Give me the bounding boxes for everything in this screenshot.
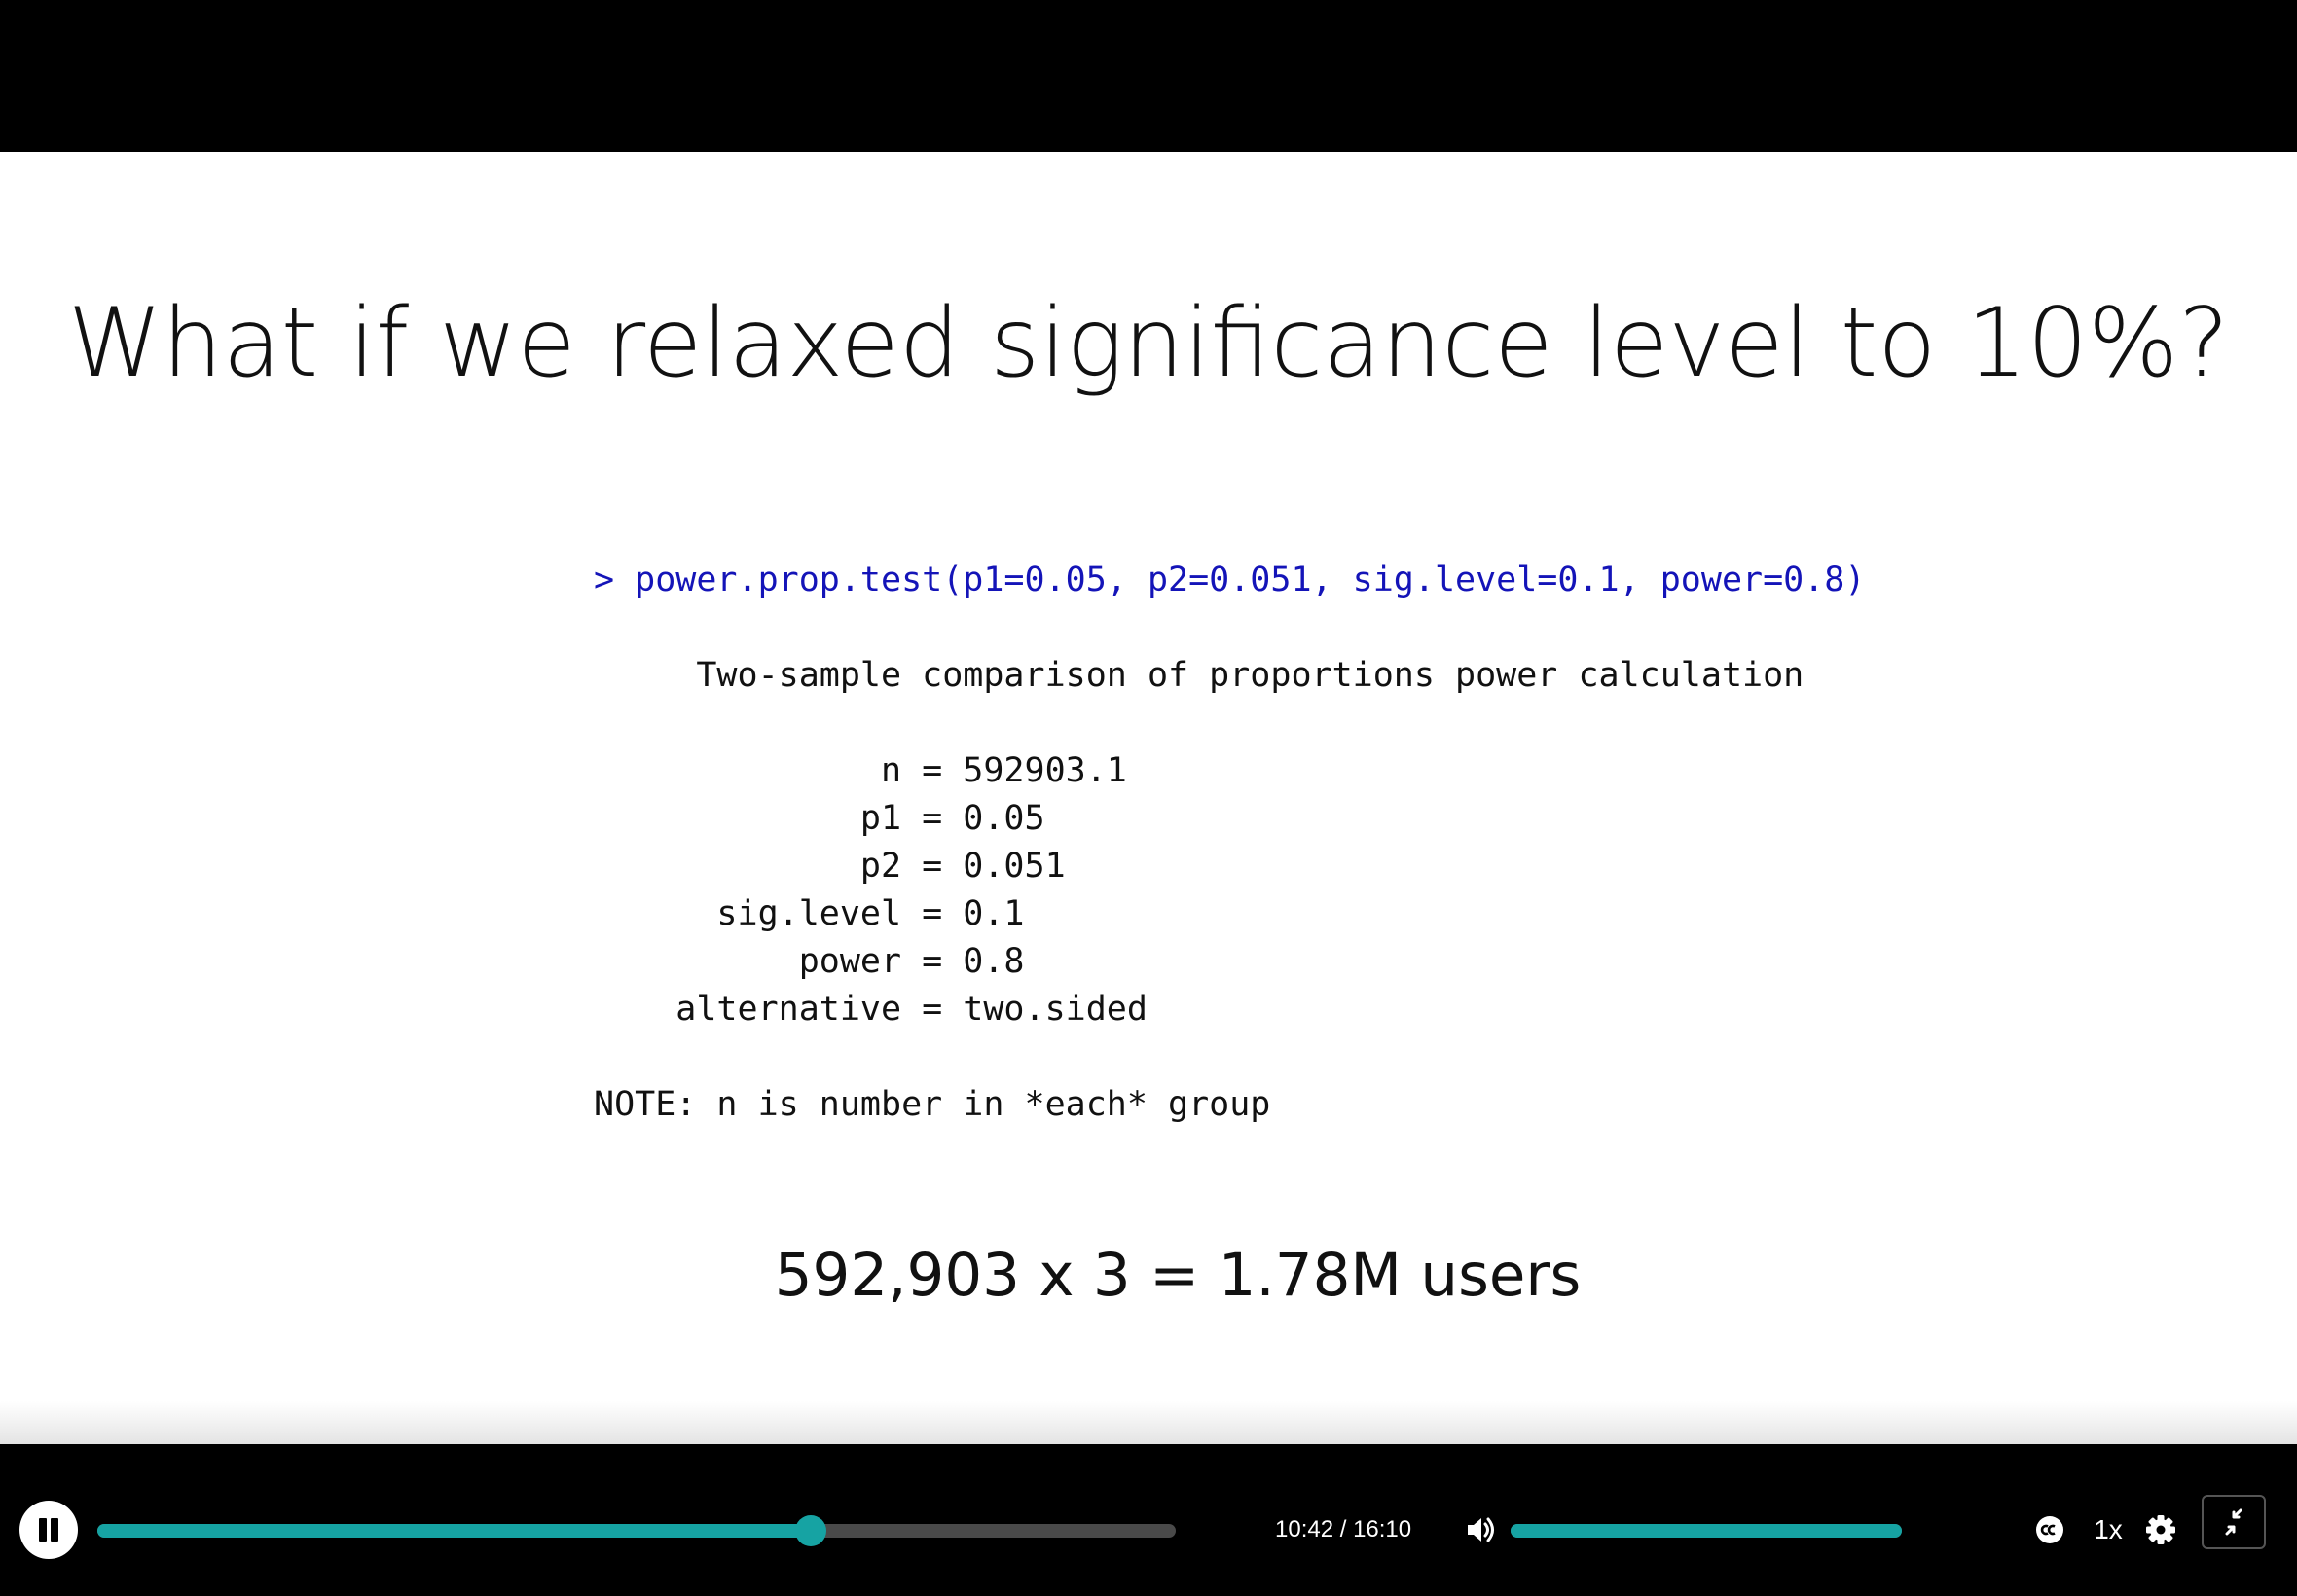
code-result-line: alternative = two.sided xyxy=(594,990,1148,1029)
playback-speed-button[interactable]: 1x xyxy=(2087,1510,2130,1549)
code-result-line: power = 0.8 xyxy=(594,942,1025,981)
exit-fullscreen-button[interactable] xyxy=(2202,1495,2266,1549)
settings-button[interactable] xyxy=(2141,1510,2180,1549)
exit-fullscreen-icon xyxy=(2225,1508,2242,1536)
code-spacer xyxy=(594,1034,1865,1081)
code-spacer xyxy=(594,604,1865,652)
seek-progress xyxy=(97,1524,812,1538)
time-display: 10:42 / 16:10 xyxy=(1275,1516,1412,1542)
pause-icon xyxy=(39,1518,47,1542)
code-command: > power.prop.test(p1=0.05, p2=0.051, sig… xyxy=(594,561,1866,599)
player-controls: 10:42 / 16:10 1x xyxy=(0,1444,2297,1596)
slide-result-text: 592,903 x 3 = 1.78M users xyxy=(774,1241,1582,1310)
pause-icon-bar xyxy=(51,1518,58,1542)
volume-slider[interactable] xyxy=(1511,1524,1902,1538)
captions-button[interactable] xyxy=(2030,1510,2069,1549)
code-spacer xyxy=(594,700,1865,747)
code-result-line: p2 = 0.051 xyxy=(594,847,1066,886)
code-result-line: p1 = 0.05 xyxy=(594,799,1045,838)
code-result-line: sig.level = 0.1 xyxy=(594,894,1025,933)
frame-shadow xyxy=(0,1401,2297,1444)
slide-title: What if we relaxed significance level to… xyxy=(67,288,2230,399)
closed-captions-icon xyxy=(2036,1516,2063,1543)
gear-icon xyxy=(2146,1515,2175,1544)
code-block: > power.prop.test(p1=0.05, p2=0.051, sig… xyxy=(594,557,1865,1129)
seek-bar[interactable] xyxy=(97,1515,1176,1546)
code-heading: Two-sample comparison of proportions pow… xyxy=(594,656,1805,695)
volume-level xyxy=(1511,1524,1902,1538)
code-result-line: n = 592903.1 xyxy=(594,751,1127,790)
mute-button[interactable] xyxy=(1462,1510,1501,1549)
pause-button[interactable] xyxy=(19,1501,78,1559)
seek-handle[interactable] xyxy=(795,1515,827,1546)
code-note: NOTE: n is number in *each* group xyxy=(594,1085,1271,1124)
letterbox-top xyxy=(0,0,2297,152)
volume-icon xyxy=(1468,1517,1494,1542)
